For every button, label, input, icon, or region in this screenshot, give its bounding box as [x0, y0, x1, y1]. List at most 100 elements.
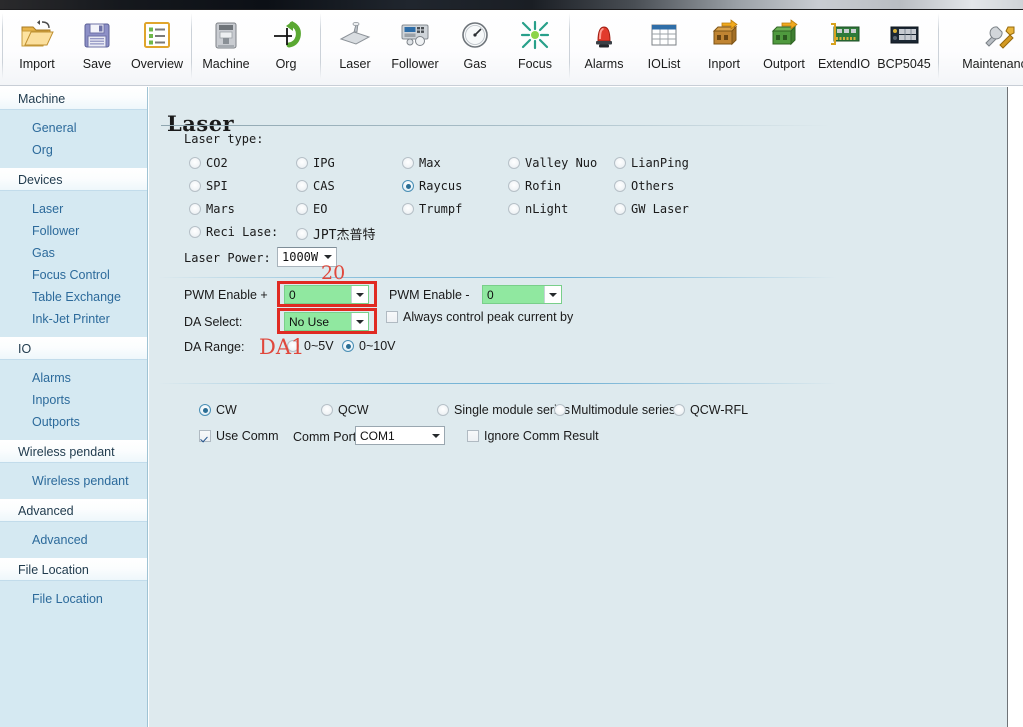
- sidebar-item-wireless-pendant[interactable]: Wireless pendant: [0, 470, 147, 492]
- toolbar-button-import[interactable]: Import: [7, 10, 67, 71]
- chevron-down-icon[interactable]: [320, 248, 336, 266]
- toolbar-button-gas[interactable]: Gas: [445, 10, 505, 71]
- sidebar-item-advanced[interactable]: Advanced: [0, 529, 147, 551]
- sidebar-item-org[interactable]: Org: [0, 139, 147, 161]
- laser-type-option-jpt[interactable]: JPT杰普特: [296, 224, 375, 243]
- always-control-peak-current-checkbox[interactable]: Always control peak current by D: [386, 310, 576, 324]
- checkbox-icon[interactable]: [199, 430, 211, 442]
- toolbar-button-machine[interactable]: Machine: [196, 10, 256, 71]
- radio-icon[interactable]: [508, 180, 520, 192]
- laser-type-option-mars[interactable]: Mars: [189, 202, 235, 216]
- radio-icon[interactable]: [296, 203, 308, 215]
- radio-icon[interactable]: [508, 157, 520, 169]
- laser-type-option-spi[interactable]: SPI: [189, 179, 228, 193]
- radio-icon[interactable]: [296, 180, 308, 192]
- chevron-down-icon[interactable]: [544, 286, 561, 303]
- radio-icon[interactable]: [437, 404, 449, 416]
- sidebar-item-file-location[interactable]: File Location: [0, 588, 147, 610]
- sidebar-item-alarms[interactable]: Alarms: [0, 367, 147, 389]
- radio-icon[interactable]: [321, 404, 333, 416]
- radio-icon[interactable]: [402, 157, 414, 169]
- mode-option-multimodule-series[interactable]: Multimodule series: [554, 403, 675, 417]
- toolbar-button-focus[interactable]: Focus: [505, 10, 565, 71]
- laser-type-option-co2[interactable]: CO2: [189, 156, 228, 170]
- laser-type-option-eo[interactable]: EO: [296, 202, 327, 216]
- da-select-label: DA Select:: [184, 315, 242, 329]
- checkbox-icon[interactable]: [467, 430, 479, 442]
- chevron-down-icon[interactable]: [428, 427, 444, 444]
- laser-type-option-rofin[interactable]: Rofin: [508, 179, 561, 193]
- laser-type-option-raycus[interactable]: Raycus: [402, 179, 462, 193]
- sidebar-item-ink-jet-printer[interactable]: Ink-Jet Printer: [0, 308, 147, 330]
- mode-option-qcw[interactable]: QCW: [321, 403, 369, 417]
- radio-icon[interactable]: [614, 180, 626, 192]
- toolbar-button-follower[interactable]: Follower: [385, 10, 445, 71]
- radio-icon[interactable]: [614, 203, 626, 215]
- comm-port-combobox[interactable]: COM1: [355, 426, 445, 445]
- alarm-beacon-icon: [581, 14, 627, 56]
- sidebar-item-general[interactable]: General: [0, 117, 147, 139]
- radio-icon[interactable]: [402, 180, 414, 192]
- laser-type-option-lianping[interactable]: LianPing: [614, 156, 689, 170]
- radio-icon[interactable]: [673, 404, 685, 416]
- da-range-option-0-10v[interactable]: 0~10V: [342, 339, 396, 353]
- toolbar-button-bcp5045[interactable]: BCP5045: [874, 10, 934, 71]
- mode-option-single-module-series[interactable]: Single module series: [437, 403, 570, 417]
- laser-type-option-others[interactable]: Others: [614, 179, 674, 193]
- ignore-comm-result-checkbox[interactable]: Ignore Comm Result: [467, 429, 599, 443]
- option-label: CAS: [313, 179, 335, 193]
- radio-icon[interactable]: [554, 404, 566, 416]
- sidebar-item-follower[interactable]: Follower: [0, 220, 147, 242]
- toolbar-button-inport[interactable]: Inport: [694, 10, 754, 71]
- laser-type-option-cas[interactable]: CAS: [296, 179, 335, 193]
- da-select-combobox[interactable]: No Use: [284, 312, 369, 331]
- laser-type-option-ipg[interactable]: IPG: [296, 156, 335, 170]
- laser-type-option-reci-lase[interactable]: Reci Lase:: [189, 225, 278, 239]
- toolbar-button-outport[interactable]: Outport: [754, 10, 814, 71]
- radio-icon[interactable]: [402, 203, 414, 215]
- pwm-enable-plus-combobox[interactable]: 0: [284, 285, 369, 304]
- sidebar-item-focus-control[interactable]: Focus Control: [0, 264, 147, 286]
- radio-icon[interactable]: [508, 203, 520, 215]
- radio-icon[interactable]: [614, 157, 626, 169]
- laser-type-option-valley-nuo[interactable]: Valley Nuo: [508, 156, 597, 170]
- radio-icon[interactable]: [287, 340, 299, 352]
- toolbar-button-extendio[interactable]: ExtendIO: [814, 10, 874, 71]
- chevron-down-icon[interactable]: [351, 313, 368, 330]
- laser-type-option-trumpf[interactable]: Trumpf: [402, 202, 462, 216]
- sidebar-item-inports[interactable]: Inports: [0, 389, 147, 411]
- toolbar-button-org[interactable]: Org: [256, 10, 316, 71]
- toolbar-button-alarms[interactable]: Alarms: [574, 10, 634, 71]
- radio-icon[interactable]: [189, 226, 201, 238]
- laser-type-option-gw-laser[interactable]: GW Laser: [614, 202, 689, 216]
- toolbar-button-overview[interactable]: Overview: [127, 10, 187, 71]
- sidebar-item-gas[interactable]: Gas: [0, 242, 147, 264]
- mode-option-qcw-rfl[interactable]: QCW-RFL: [673, 403, 748, 417]
- checkbox-label: Use Comm: [216, 429, 279, 443]
- radio-icon[interactable]: [189, 180, 201, 192]
- io-table-icon: [641, 14, 687, 56]
- mode-option-cw[interactable]: CW: [199, 403, 237, 417]
- option-label: QCW-RFL: [690, 403, 748, 417]
- laser-type-option-nlight[interactable]: nLight: [508, 202, 568, 216]
- toolbar-button-save[interactable]: Save: [67, 10, 127, 71]
- radio-icon[interactable]: [296, 157, 308, 169]
- toolbar-button-maintenance[interactable]: Maintenance: [943, 10, 1023, 71]
- sidebar-item-laser[interactable]: Laser: [0, 198, 147, 220]
- sidebar-item-outports[interactable]: Outports: [0, 411, 147, 433]
- radio-icon[interactable]: [342, 340, 354, 352]
- radio-icon[interactable]: [296, 228, 308, 240]
- checkbox-icon[interactable]: [386, 311, 398, 323]
- da-range-option-0-5v[interactable]: 0~5V: [287, 339, 334, 353]
- laser-power-combobox[interactable]: 1000W: [277, 247, 337, 267]
- toolbar-button-iolist[interactable]: IOList: [634, 10, 694, 71]
- radio-icon[interactable]: [189, 157, 201, 169]
- laser-type-option-max[interactable]: Max: [402, 156, 441, 170]
- use-comm-checkbox[interactable]: Use Comm: [199, 429, 279, 443]
- pwm-enable-minus-combobox[interactable]: 0: [482, 285, 562, 304]
- chevron-down-icon[interactable]: [351, 286, 368, 303]
- toolbar-button-laser[interactable]: Laser: [325, 10, 385, 71]
- radio-icon[interactable]: [189, 203, 201, 215]
- sidebar-item-table-exchange[interactable]: Table Exchange: [0, 286, 147, 308]
- radio-icon[interactable]: [199, 404, 211, 416]
